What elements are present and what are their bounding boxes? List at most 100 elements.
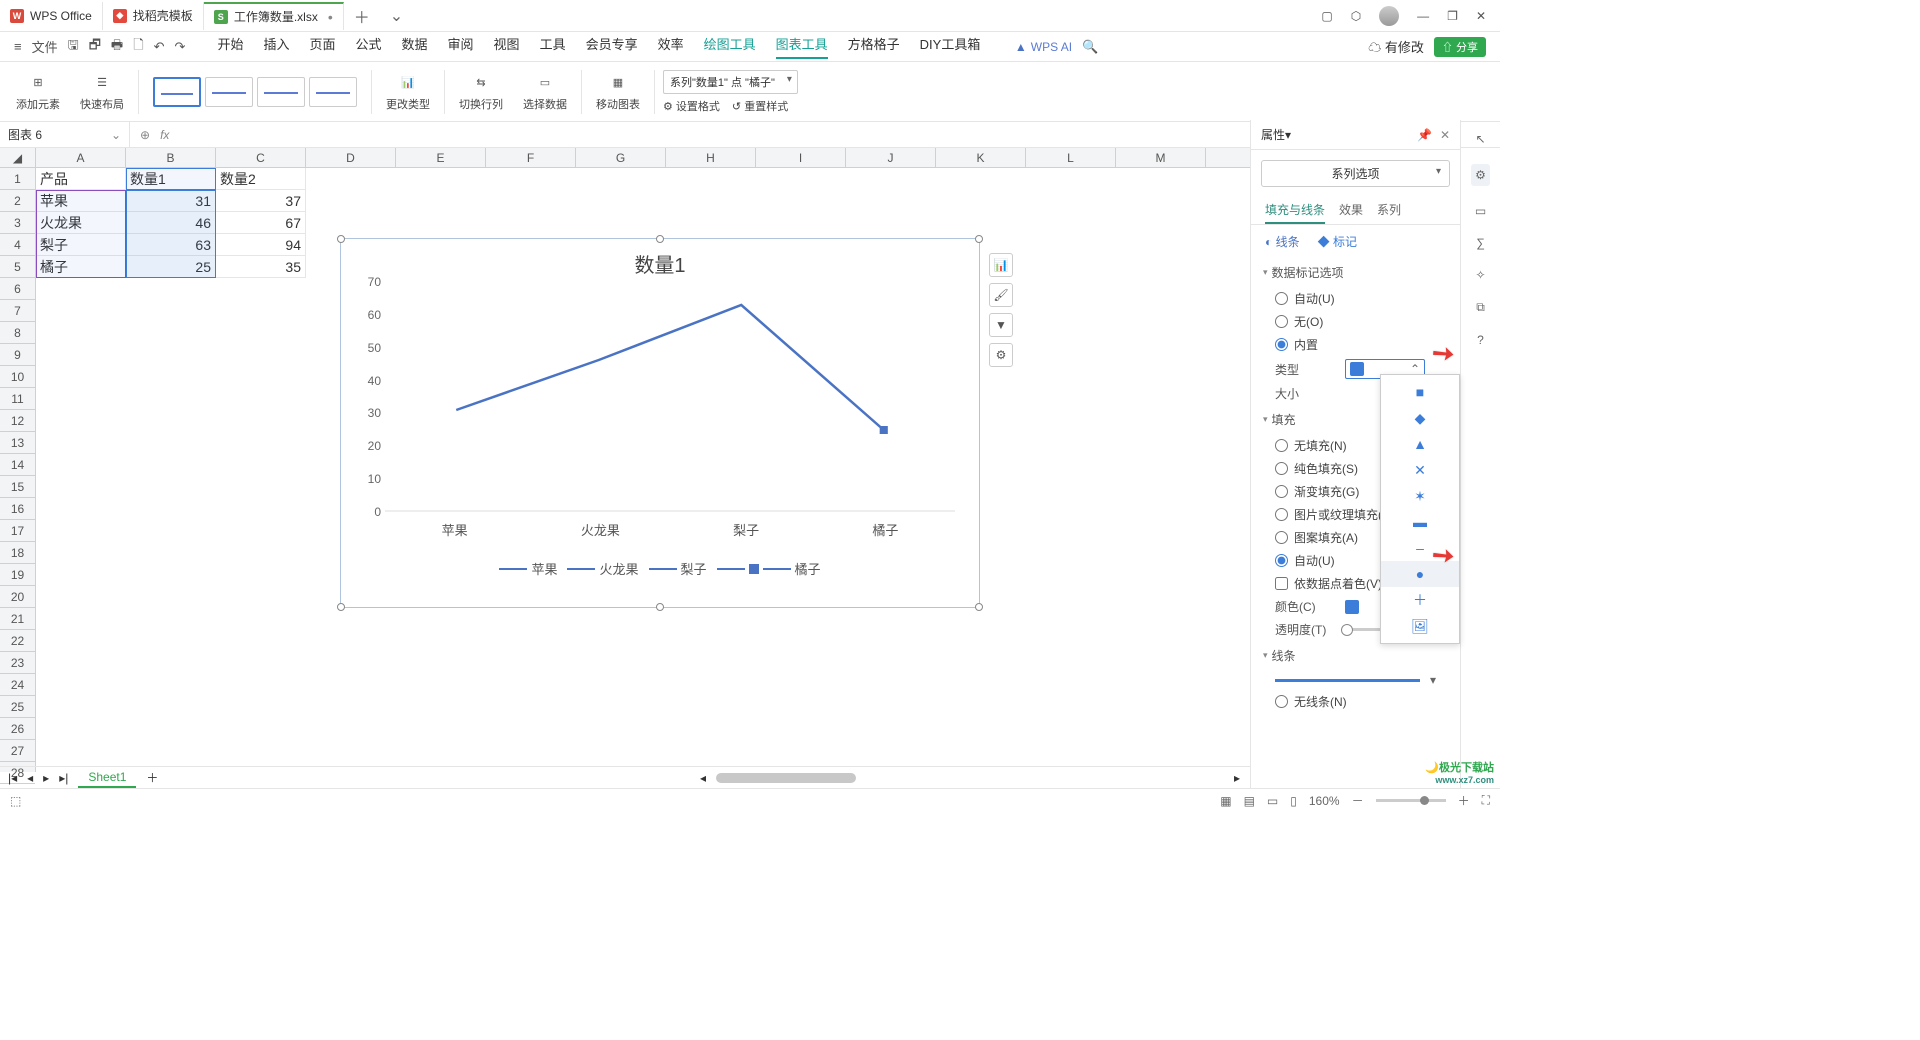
chart-filter-icon[interactable]: ▼	[989, 313, 1013, 337]
save-icon[interactable]: 🖫	[68, 36, 79, 58]
row-5[interactable]: 5	[0, 256, 35, 278]
set-format[interactable]: ⚙ 设置格式	[663, 98, 720, 114]
side-chart-icon[interactable]: ▭	[1475, 204, 1486, 218]
cell-C1[interactable]: 数量2	[216, 168, 306, 190]
win-btn-1[interactable]: ▢	[1321, 9, 1332, 23]
zoom-level[interactable]: 160%	[1309, 794, 1340, 808]
view-break-icon[interactable]: ▭	[1267, 794, 1278, 808]
side-fx-icon[interactable]: ∑	[1476, 236, 1485, 250]
tab-template[interactable]: ◆找稻壳模板	[103, 2, 204, 30]
chart-legend[interactable]: 苹果 火龙果 梨子 橘子	[341, 559, 979, 578]
cell-A1[interactable]: 产品	[36, 168, 126, 190]
chart-settings-icon[interactable]: ⚙	[989, 343, 1013, 367]
row-20[interactable]: 20	[0, 586, 35, 608]
tab-fill-line[interactable]: 填充与线条	[1265, 197, 1325, 224]
view-page-icon[interactable]: ▤	[1244, 794, 1255, 808]
col-C[interactable]: C	[216, 148, 306, 167]
row-1[interactable]: 1	[0, 168, 35, 190]
tab-series[interactable]: 系列	[1377, 197, 1401, 224]
maximize-icon[interactable]: ❐	[1447, 9, 1458, 23]
marker-diamond[interactable]: ◆	[1381, 405, 1459, 431]
status-indicator[interactable]: ⬚	[10, 794, 21, 808]
share-button[interactable]: ⇧ 分享	[1434, 37, 1486, 57]
marker-x[interactable]: ✕	[1381, 457, 1459, 483]
col-D[interactable]: D	[306, 148, 396, 167]
sheet-last[interactable]: ▸|	[59, 771, 68, 785]
cell[interactable]: 梨子	[36, 234, 126, 256]
add-sheet[interactable]: ＋	[146, 769, 158, 786]
fullscreen-icon[interactable]: ⛶	[1482, 793, 1490, 808]
tab-workbook[interactable]: S工作簿数量.xlsx•	[204, 2, 344, 30]
link-marker[interactable]: ◆ 标记	[1318, 233, 1357, 250]
close-icon[interactable]: ✕	[1476, 9, 1486, 23]
sheet-first[interactable]: |◂	[8, 771, 17, 785]
side-tools-icon[interactable]: ✧	[1475, 268, 1485, 282]
cell[interactable]: 火龙果	[36, 212, 126, 234]
row-9[interactable]: 9	[0, 344, 35, 366]
change-type[interactable]: 📊更改类型	[380, 72, 436, 112]
name-box[interactable]: 图表 6⌄	[0, 122, 130, 147]
chart-title[interactable]: 数量1	[341, 249, 979, 278]
marker-triangle[interactable]: ▲	[1381, 431, 1459, 457]
row-12[interactable]: 12	[0, 410, 35, 432]
chart-style-icon[interactable]: 🖌	[989, 283, 1013, 307]
chart-elements-icon[interactable]: 📊	[989, 253, 1013, 277]
select-data[interactable]: ▭选择数据	[517, 72, 573, 112]
sheet-prev[interactable]: ◂	[27, 771, 33, 785]
pin-icon[interactable]: 📌	[1417, 128, 1432, 142]
row-2[interactable]: 2	[0, 190, 35, 212]
cell[interactable]: 35	[216, 256, 306, 278]
row-18[interactable]: 18	[0, 542, 35, 564]
tab-wps[interactable]: WWPS Office	[0, 2, 103, 30]
chart-plot-area[interactable]: 010203040506070	[385, 282, 955, 512]
cell[interactable]: 63	[126, 234, 216, 256]
menu-view[interactable]: 视图	[494, 34, 520, 59]
tab-menu[interactable]: ⌄	[380, 6, 413, 26]
row-13[interactable]: 13	[0, 432, 35, 454]
marker-star[interactable]: ✶	[1381, 483, 1459, 509]
menu-review[interactable]: 审阅	[448, 34, 474, 59]
side-help-icon[interactable]: ?	[1477, 333, 1484, 347]
sheet-next[interactable]: ▸	[43, 771, 49, 785]
row-23[interactable]: 23	[0, 652, 35, 674]
h-scrollbar[interactable]: ◂▸	[700, 771, 1240, 785]
cell-B1[interactable]: 数量1	[126, 168, 216, 190]
chart-style-gallery[interactable]	[147, 77, 363, 107]
row-21[interactable]: 21	[0, 608, 35, 630]
avatar[interactable]	[1379, 6, 1399, 26]
menu-grid[interactable]: 方格格子	[848, 34, 900, 59]
row-16[interactable]: 16	[0, 498, 35, 520]
row-7[interactable]: 7	[0, 300, 35, 322]
cell[interactable]: 31	[126, 190, 216, 212]
col-G[interactable]: G	[576, 148, 666, 167]
menu-start[interactable]: 开始	[217, 34, 243, 59]
print-icon[interactable]: 🗗	[89, 36, 101, 58]
col-J[interactable]: J	[846, 148, 936, 167]
chart-object[interactable]: 📊 🖌 ▼ ⚙ 数量1 010203040506070 苹果 火龙果	[340, 238, 980, 608]
row-14[interactable]: 14	[0, 454, 35, 476]
sheet-1[interactable]: Sheet1	[78, 768, 136, 788]
cell[interactable]: 94	[216, 234, 306, 256]
minimize-icon[interactable]: —	[1417, 9, 1429, 23]
reset-style[interactable]: ↺ 重置样式	[732, 98, 788, 114]
col-F[interactable]: F	[486, 148, 576, 167]
row-10[interactable]: 10	[0, 366, 35, 388]
menu-drawing-tools[interactable]: 绘图工具	[704, 34, 756, 59]
marker-picture[interactable]: 🖼	[1381, 613, 1459, 639]
row-11[interactable]: 11	[0, 388, 35, 410]
cell[interactable]: 苹果	[36, 190, 126, 212]
section-line[interactable]: 线条	[1251, 641, 1460, 670]
switch-rowcol[interactable]: ⇆切换行列	[453, 72, 509, 112]
zoom-fn-icon[interactable]: ⊕	[140, 128, 150, 142]
section-marker-options[interactable]: 数据标记选项	[1251, 258, 1460, 287]
menu-chart-tools[interactable]: 图表工具	[776, 34, 828, 59]
color-swatch[interactable]	[1345, 600, 1359, 614]
col-M[interactable]: M	[1116, 148, 1206, 167]
side-settings-icon[interactable]: ⚙	[1471, 164, 1490, 186]
line-style-preview[interactable]	[1275, 679, 1420, 682]
menu-formula[interactable]: 公式	[356, 34, 382, 59]
cloud-modified[interactable]: ☁ 有修改	[1368, 37, 1424, 56]
view-normal-icon[interactable]: ▦	[1220, 794, 1231, 808]
row-19[interactable]: 19	[0, 564, 35, 586]
series-selector[interactable]: 系列"数量1" 点 "橘子"	[663, 70, 798, 94]
